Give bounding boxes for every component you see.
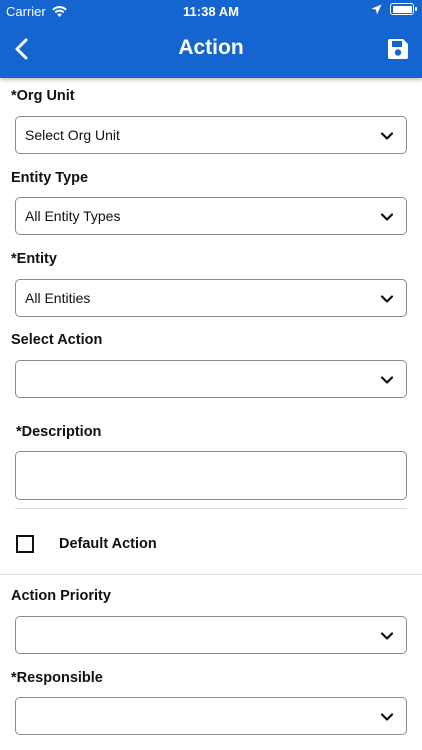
chevron-down-icon	[380, 376, 394, 384]
battery-icon	[390, 3, 417, 15]
save-button[interactable]	[386, 37, 410, 61]
entity-dropdown[interactable]: All Entities	[15, 279, 407, 317]
default-action-label: Default Action	[59, 536, 157, 552]
description-label: *Description	[16, 424, 102, 440]
chevron-down-icon	[380, 132, 394, 140]
status-time: 11:38 AM	[183, 4, 239, 19]
org-unit-dropdown[interactable]: Select Org Unit	[15, 116, 407, 154]
floppy-disk-icon	[388, 39, 408, 59]
app-header: Carrier 11:38 AM Action	[0, 0, 422, 78]
entity-value: All Entities	[25, 290, 91, 306]
page-title: Action	[178, 36, 244, 59]
entity-type-label: Entity Type	[11, 170, 89, 186]
org-unit-label: *Org Unit	[11, 88, 75, 104]
chevron-down-icon	[380, 713, 394, 721]
action-priority-dropdown[interactable]	[15, 616, 407, 654]
org-unit-value: Select Org Unit	[25, 127, 120, 143]
entity-type-value: All Entity Types	[25, 208, 121, 224]
status-right	[371, 3, 417, 15]
chevron-down-icon	[380, 213, 394, 221]
entity-label: *Entity	[11, 251, 57, 267]
default-action-checkbox[interactable]	[16, 535, 34, 553]
divider	[15, 508, 407, 509]
battery-fill	[392, 5, 412, 13]
responsible-dropdown[interactable]	[15, 697, 407, 735]
entity-type-dropdown[interactable]: All Entity Types	[15, 197, 407, 235]
description-field[interactable]	[15, 451, 407, 500]
action-priority-label: Action Priority	[11, 588, 111, 604]
status-bar: Carrier 11:38 AM	[0, 0, 422, 22]
select-action-dropdown[interactable]	[15, 360, 407, 398]
location-arrow-icon	[371, 4, 382, 14]
select-action-label: Select Action	[11, 332, 103, 348]
divider	[0, 574, 422, 575]
chevron-down-icon	[380, 632, 394, 640]
responsible-label: *Responsible	[11, 670, 103, 686]
chevron-down-icon	[380, 295, 394, 303]
